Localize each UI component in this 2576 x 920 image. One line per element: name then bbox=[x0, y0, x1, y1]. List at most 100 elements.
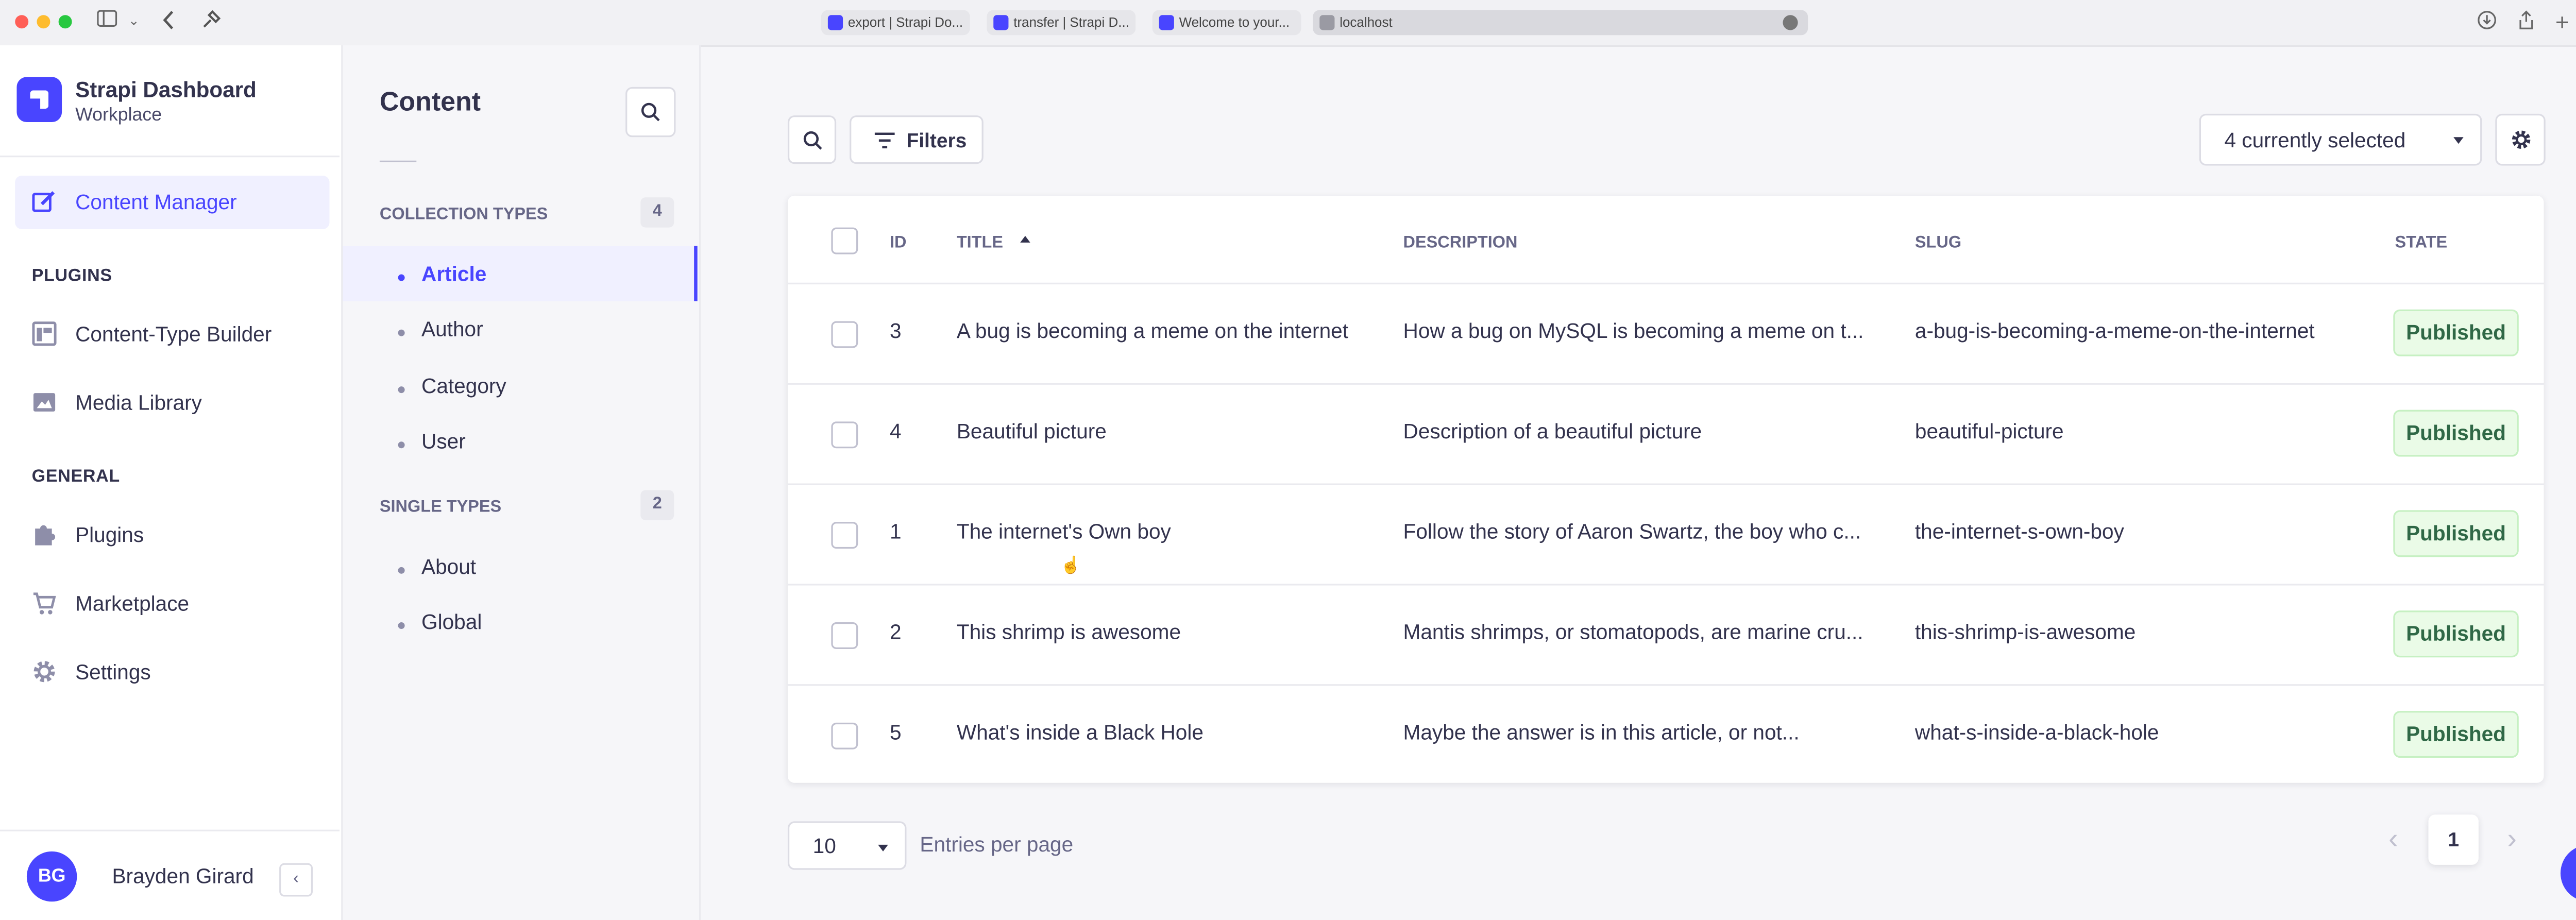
strapi-favicon-icon bbox=[827, 15, 843, 30]
user-name: Brayden Girard bbox=[112, 864, 254, 889]
bullet-icon bbox=[398, 386, 405, 394]
divider bbox=[0, 155, 340, 158]
share-icon[interactable] bbox=[2514, 10, 2537, 33]
status-badge: Published bbox=[2393, 309, 2519, 356]
minimize-window-button[interactable] bbox=[37, 15, 50, 29]
back-icon[interactable] bbox=[157, 10, 180, 33]
help-button[interactable]: ? bbox=[2560, 844, 2576, 902]
cell-id: 1 bbox=[889, 520, 902, 544]
cell-id: 5 bbox=[889, 721, 902, 745]
cell-title: Beautiful picture bbox=[956, 420, 1107, 444]
status-badge: Published bbox=[2393, 410, 2519, 457]
strapi-favicon-icon bbox=[1159, 15, 1174, 30]
bullet-icon bbox=[398, 329, 405, 336]
cell-slug: what-s-inside-a-black-hole bbox=[1914, 721, 2159, 745]
cell-slug: the-internet-s-own-boy bbox=[1914, 520, 2124, 544]
bullet-icon bbox=[398, 567, 405, 574]
cell-title: This shrimp is awesome bbox=[956, 620, 1181, 644]
sort-ascending-icon[interactable] bbox=[1020, 235, 1030, 243]
browser-toolbar: ⌄ export | Strapi Do... transfer | Strap… bbox=[0, 0, 2576, 47]
chevron-down-icon[interactable]: ⌄ bbox=[122, 10, 145, 33]
pencil-icon bbox=[32, 191, 55, 212]
tab-more-icon[interactable] bbox=[1783, 15, 1798, 30]
entries-per-page-label: Entries per page bbox=[920, 833, 1074, 857]
layout-icon bbox=[32, 321, 57, 346]
filter-icon bbox=[874, 132, 895, 149]
extension-icon[interactable] bbox=[199, 10, 222, 33]
search-button[interactable] bbox=[787, 115, 837, 164]
table-row[interactable]: 4 Beautiful picture Description of a bea… bbox=[787, 383, 2544, 485]
gear-icon bbox=[33, 661, 55, 683]
cell-title: The internet's Own boy bbox=[956, 520, 1171, 544]
puzzle-icon bbox=[35, 525, 56, 546]
search-icon bbox=[641, 103, 660, 122]
cell-id: 3 bbox=[889, 319, 902, 343]
new-tab-icon[interactable]: + bbox=[2550, 10, 2573, 33]
row-checkbox[interactable] bbox=[831, 421, 858, 449]
cell-description: Follow the story of Aaron Swartz, the bo… bbox=[1403, 520, 1861, 544]
close-window-button[interactable] bbox=[15, 15, 29, 29]
sidebar-toggle-icon[interactable] bbox=[95, 10, 118, 33]
table-row[interactable]: 5 What's inside a Black Hole Maybe the a… bbox=[787, 684, 2544, 786]
caret-down-icon bbox=[878, 844, 888, 851]
cell-title: What's inside a Black Hole bbox=[956, 721, 1204, 745]
single-types-count: 2 bbox=[640, 490, 674, 520]
subnav-search-button[interactable] bbox=[625, 87, 676, 138]
column-header-title[interactable]: TITLE bbox=[957, 234, 1003, 253]
filters-button[interactable]: Filters bbox=[850, 115, 984, 164]
table-row[interactable]: 2 This shrimp is awesome Mantis shrimps,… bbox=[787, 584, 2544, 686]
single-types-heading[interactable]: SINGLE TYPES bbox=[380, 499, 501, 517]
row-checkbox[interactable] bbox=[831, 321, 858, 348]
content-subnav: Content COLLECTION TYPES 4 Article Autho… bbox=[343, 45, 701, 920]
browser-tab[interactable]: Welcome to your... bbox=[1152, 10, 1301, 36]
table-row[interactable]: 1 The internet's Own boy Follow the stor… bbox=[787, 483, 2544, 585]
bullet-icon bbox=[398, 441, 405, 449]
maximize-window-button[interactable] bbox=[58, 15, 72, 29]
cell-id: 2 bbox=[889, 620, 902, 644]
divider bbox=[0, 829, 340, 831]
avatar[interactable]: BG bbox=[26, 851, 77, 902]
content-table: ID TITLE DESCRIPTION SLUG STATE 3 A bug … bbox=[787, 195, 2544, 786]
cell-slug: a-bug-is-becoming-a-meme-on-the-internet bbox=[1914, 319, 2315, 343]
bullet-icon bbox=[398, 622, 405, 629]
row-checkbox[interactable] bbox=[831, 622, 858, 649]
status-badge: Published bbox=[2393, 610, 2519, 658]
brand-title: Strapi Dashboard bbox=[75, 77, 257, 103]
table-row[interactable]: 3 A bug is becoming a meme on the intern… bbox=[787, 282, 2544, 385]
collapse-nav-button[interactable]: ‹ bbox=[279, 863, 313, 897]
next-page-button[interactable]: › bbox=[2499, 825, 2526, 853]
subnav-title: Content bbox=[379, 89, 481, 117]
column-header-id[interactable]: ID bbox=[890, 234, 906, 253]
section-heading-plugins: PLUGINS bbox=[31, 266, 112, 286]
browser-tab[interactable]: export | Strapi Do... bbox=[821, 10, 970, 36]
cell-description: Mantis shrimps, or stomatopods, are mari… bbox=[1403, 620, 1863, 644]
caret-down-icon bbox=[2453, 137, 2464, 144]
strapi-logo bbox=[16, 77, 62, 123]
select-all-checkbox[interactable] bbox=[831, 227, 858, 254]
collection-types-heading[interactable]: COLLECTION TYPES bbox=[380, 206, 548, 224]
row-checkbox[interactable] bbox=[831, 522, 858, 549]
displayed-columns-select[interactable]: 4 currently selected bbox=[2199, 113, 2482, 166]
cell-description: How a bug on MySQL is becoming a meme on… bbox=[1403, 319, 1864, 343]
download-icon[interactable] bbox=[2475, 10, 2498, 33]
chevron-left-icon: ‹ bbox=[293, 870, 299, 889]
column-header-slug[interactable]: SLUG bbox=[1915, 234, 1961, 253]
brand-subtitle: Workplace bbox=[75, 105, 162, 126]
bullet-icon bbox=[398, 274, 405, 281]
status-badge: Published bbox=[2393, 510, 2519, 557]
page-button-current[interactable]: 1 bbox=[2428, 814, 2479, 865]
cell-description: Maybe the answer is in this article, or … bbox=[1403, 721, 1800, 745]
cell-slug: this-shrimp-is-awesome bbox=[1914, 620, 2136, 644]
image-icon bbox=[33, 393, 56, 412]
previous-page-button[interactable]: ‹ bbox=[2380, 825, 2406, 853]
list-settings-button[interactable] bbox=[2495, 113, 2546, 166]
browser-tab-active[interactable]: localhost bbox=[1313, 10, 1808, 36]
collection-types-count: 4 bbox=[640, 197, 674, 228]
entries-per-page-select[interactable]: 10 bbox=[787, 821, 907, 870]
browser-tab[interactable]: transfer | Strapi D... bbox=[987, 10, 1136, 36]
row-checkbox[interactable] bbox=[831, 722, 858, 749]
column-header-state[interactable]: STATE bbox=[2395, 234, 2448, 253]
column-header-description[interactable]: DESCRIPTION bbox=[1403, 234, 1518, 253]
status-badge: Published bbox=[2393, 711, 2519, 758]
divider bbox=[379, 160, 417, 162]
